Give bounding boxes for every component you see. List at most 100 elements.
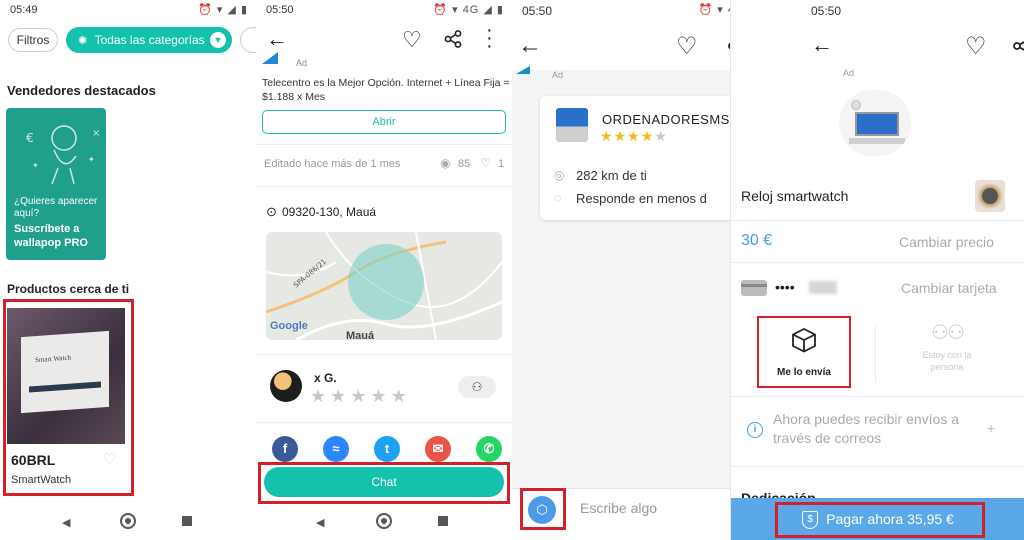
status-icons: ⏰ ▾ 4G ◢ ▮ (433, 4, 504, 16)
divider (731, 220, 1024, 221)
partial-chip[interactable] (240, 27, 256, 53)
meet-option[interactable]: ⚇⚇ Estoy con la persona (907, 320, 987, 386)
star-icon: ★ (654, 128, 667, 144)
status-icons: ⏰ ▾ ◢ ▮ (198, 4, 248, 16)
product-thumbnail (975, 180, 1005, 212)
twitter-icon[interactable]: t (374, 436, 400, 462)
message-input[interactable]: Escribe algo (580, 500, 657, 516)
map-road-label: SPA-086/21 (292, 258, 328, 290)
divider (731, 466, 1024, 467)
star-icon: ★ (390, 386, 407, 406)
android-nav-bar: ◀ (0, 504, 256, 540)
share-icon[interactable] (1013, 36, 1024, 56)
category-chip[interactable]: ✺ Todas las categorías ▼ (66, 27, 232, 53)
highlight-ship-button (520, 488, 566, 530)
seller-avatar[interactable] (270, 370, 302, 402)
info-text: Ahora puedes recibir envíos a través de … (773, 411, 959, 446)
figure-graphic (851, 100, 861, 110)
ad-logo-icon (262, 52, 278, 64)
distance-text: 282 km de ti (576, 168, 647, 183)
seller-rating: ★★★★★ (600, 128, 668, 146)
svg-text:✦: ✦ (32, 161, 39, 170)
favorite-heart-icon[interactable]: ♡ (402, 27, 422, 53)
eye-icon: ◉ (440, 156, 451, 170)
google-logo: Google (270, 320, 308, 332)
share-icon[interactable] (444, 30, 462, 48)
change-card-link[interactable]: Cambiar tarjeta (901, 280, 997, 296)
recents-nav-icon[interactable] (182, 516, 192, 526)
card-number: •••• (775, 279, 795, 295)
status-time: 05:50 (266, 4, 294, 16)
ad-open-button[interactable]: Abrir (262, 110, 506, 134)
highlight-product (3, 299, 134, 496)
seller-rating: ★★★★★ (310, 386, 411, 407)
back-nav-icon[interactable]: ◀ (62, 516, 70, 529)
home-nav-icon[interactable] (120, 513, 136, 529)
user-add-icon: ⚇ (471, 380, 483, 394)
star-icon: ★ (330, 386, 347, 406)
status-time: 05:50 (811, 4, 842, 18)
screen-checkout: 05:50 ← ♡ Ad Reloj smartwatch 30 € Cambi… (730, 0, 1024, 540)
screen-search-results: 05:49 ⏰ ▾ ◢ ▮ Filtros ✺ Todas las catego… (0, 0, 256, 540)
star-icon: ★ (370, 386, 387, 406)
back-nav-icon[interactable]: ◀ (316, 516, 324, 529)
star-icon: ★ (600, 128, 613, 144)
svg-text:✦: ✦ (88, 155, 95, 164)
status-time: 05:50 (522, 4, 553, 18)
divider (256, 354, 512, 355)
status-bar: 05:50 ⏰ ▾ 4G ◢ ▮ (256, 0, 512, 22)
option-divider (875, 326, 876, 382)
next-section-title: Dedicación (741, 490, 816, 498)
follow-user-button[interactable]: ⚇ (458, 376, 496, 398)
ad-label: Ad (296, 58, 308, 68)
edited-text: Editado hace más de 1 mes (264, 158, 401, 170)
location-map[interactable]: SPA-086/21 Google Mauá (266, 232, 502, 340)
facebook-icon[interactable]: f (272, 436, 298, 462)
info-icon: i (747, 422, 763, 438)
pro-promo-card[interactable]: € × ✦ ✦ ¿Quieres aparecer aquí? Suscríbe… (6, 108, 106, 260)
seller-card[interactable]: ORDENADORESMS ★★★★★ ◎ 282 km de ti ◌ Res… (540, 96, 738, 220)
star-icon: ★ (350, 386, 367, 406)
favorite-heart-icon[interactable]: ♡ (965, 32, 987, 61)
back-arrow-icon[interactable]: ← (518, 32, 542, 60)
product-name: Reloj smartwatch (741, 188, 849, 204)
star-icon: ★ (613, 128, 627, 144)
star-icon: ★ (310, 386, 327, 406)
filters-button[interactable]: Filtros (8, 28, 58, 52)
status-bar: 05:49 ⏰ ▾ ◢ ▮ (0, 0, 256, 22)
seller-logo (839, 90, 911, 156)
divider (256, 144, 512, 145)
more-options-icon[interactable]: · · · (486, 20, 493, 56)
favorite-heart-icon[interactable]: ♡ (676, 32, 698, 61)
svg-text:€: € (26, 131, 34, 145)
seller-name[interactable]: x G. (314, 371, 337, 385)
people-icon: ⚇⚇ (931, 322, 965, 344)
screen-chat: 05:50 ⏰ ▾ 4G ◢ ← ♡ Ad ORDENADORESMS ★★★★… (512, 0, 738, 540)
seller-name: ORDENADORESMS (602, 112, 730, 127)
back-arrow-icon[interactable]: ← (811, 32, 833, 58)
divider (256, 186, 512, 187)
views-count: 85 (458, 158, 471, 170)
promo-text-question: ¿Quieres aparecer aquí? (14, 196, 98, 219)
whatsapp-icon[interactable]: ✆ (476, 436, 502, 462)
ad-text: Telecentro es la Mejor Opción. Internet … (262, 77, 510, 103)
meet-option-label: Estoy con la persona (922, 350, 972, 372)
info-expand-icon[interactable]: + (987, 420, 995, 436)
credit-card-icon (741, 280, 767, 296)
promo-text-cta: Suscríbete a wallapop PRO (14, 223, 88, 249)
android-nav-bar: ◀ (256, 504, 512, 540)
likes-heart-icon: ♡ (480, 156, 491, 170)
email-icon[interactable]: ✉ (425, 436, 451, 462)
location-pin-icon: ⊙ (266, 204, 277, 219)
change-price-link[interactable]: Cambiar precio (899, 234, 994, 250)
price-text: 30 € (741, 232, 773, 249)
star-icon: ★ (640, 128, 654, 144)
divider (731, 396, 1024, 397)
highlight-pay-button (775, 502, 985, 538)
back-arrow-icon[interactable]: ← (266, 26, 288, 52)
divider (256, 422, 512, 423)
messenger-icon[interactable]: ≈ (323, 436, 349, 462)
home-nav-icon[interactable] (376, 513, 392, 529)
recents-nav-icon[interactable] (438, 516, 448, 526)
response-text: Responde en menos d (576, 191, 707, 206)
